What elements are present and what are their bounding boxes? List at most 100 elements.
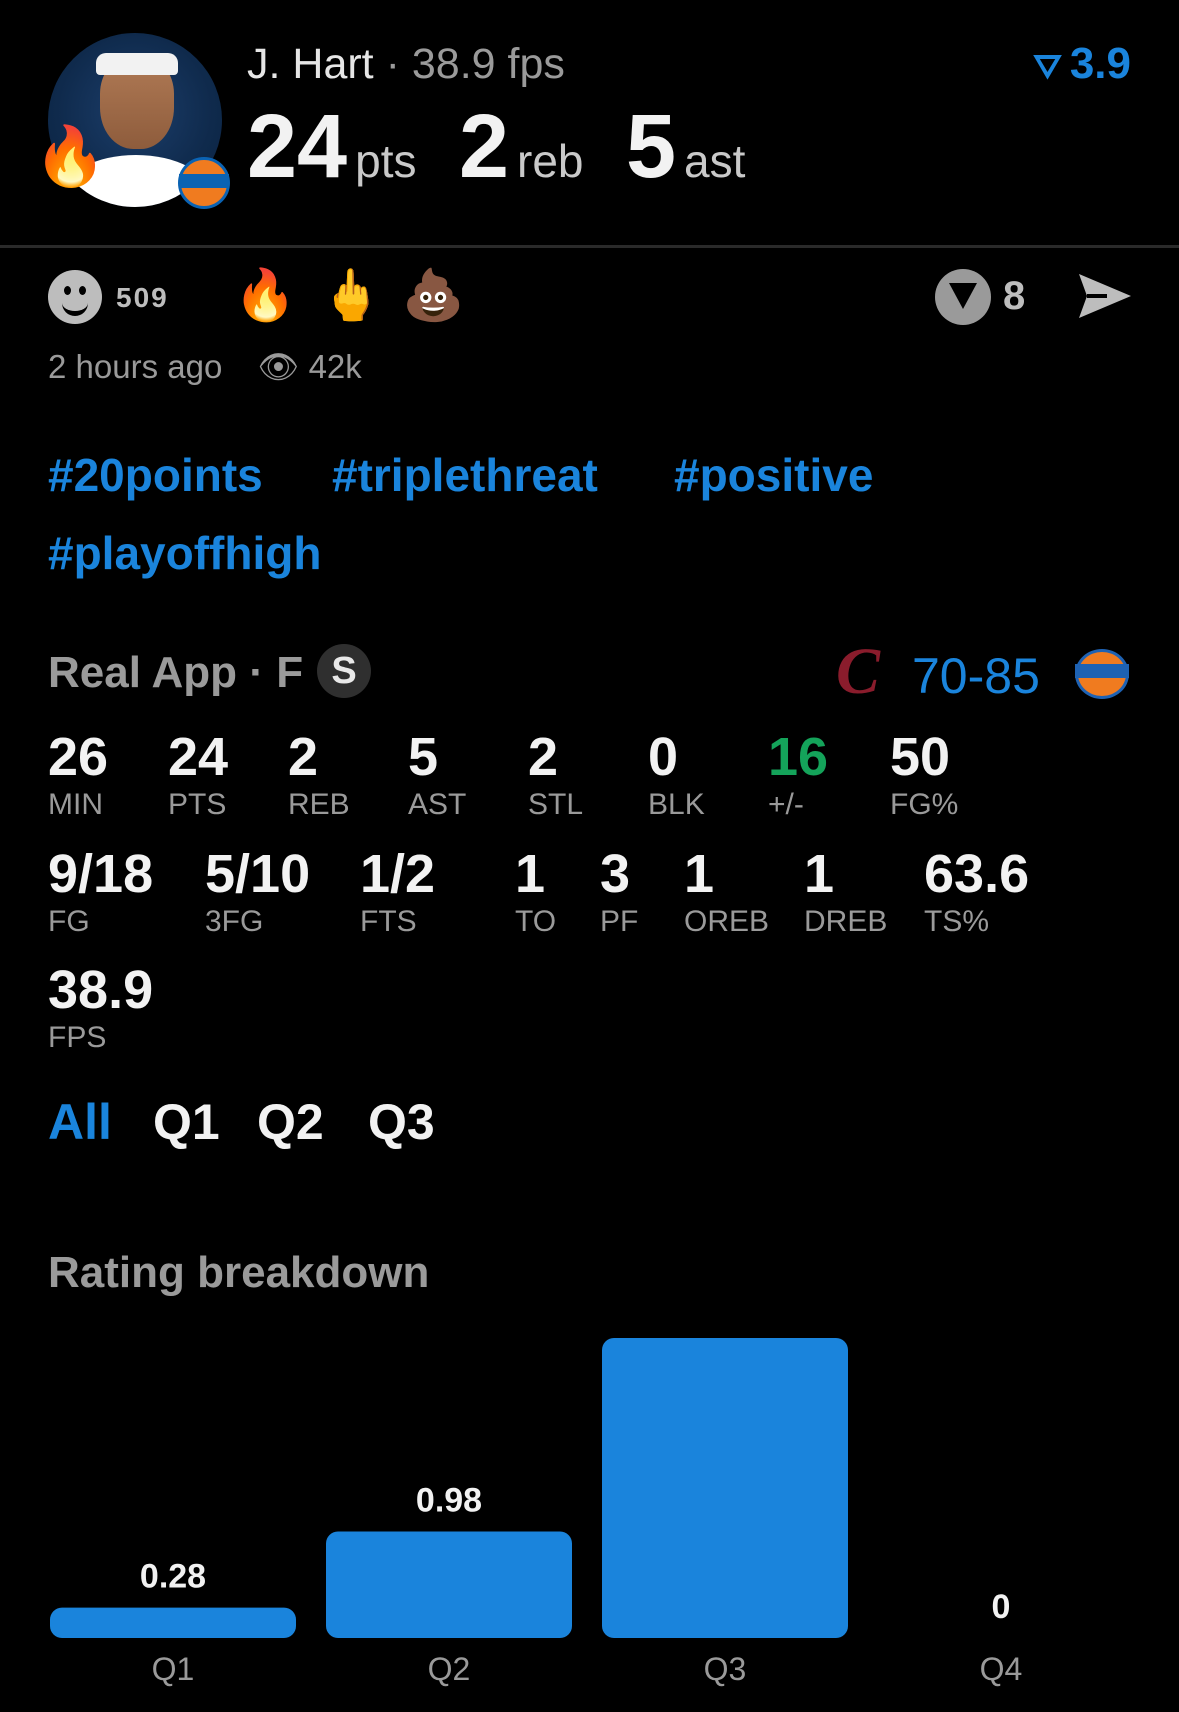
stat-value: 3 [600,844,631,904]
stat-label: 3FG [205,905,264,938]
stat-stl: 2 STL [528,730,583,822]
headline-stats: 24 pts 2 reb 5 ast [247,102,783,192]
stat-value: 1 [515,844,546,904]
stat-value: 63.6 [924,844,1030,904]
tab-q1[interactable]: Q1 [153,1093,220,1151]
poop-reaction-icon[interactable]: 💩 [402,270,464,320]
stat-label: PF [600,905,639,938]
send-icon[interactable] [1077,272,1133,320]
stat-ast: 5 AST [408,730,466,822]
bar-q2[interactable] [326,1531,572,1638]
x-tick-label: Q2 [428,1651,471,1687]
rating-value: 3.9 [1069,39,1131,88]
stat-value: 24 [168,727,229,787]
stat-value: 5/10 [205,844,311,904]
stat-label: MIN [48,788,103,821]
knicks-team-logo-icon [178,157,230,209]
stat-value: 26 [48,727,109,787]
stat-label: OREB [684,905,770,938]
stat-value: 1/2 [360,844,436,904]
stat-pf: 3 PF [600,847,638,939]
stat-: 16 +/- [768,730,828,822]
stat-label: FPS [48,1021,107,1054]
player-name[interactable]: J. Hart [247,40,374,88]
view-count-value: 42k [308,348,362,385]
bar-value-label: 0.28 [140,1558,206,1596]
rating-breakdown-chart: 0.28 Q1 0.98 Q2 2.76 Q3 0 Q4 [50,1320,1022,1687]
stat-fts: 1/2 FTS [360,847,435,939]
stat-label: TS% [924,905,990,938]
stat-label: BLK [648,788,705,821]
tab-q3[interactable]: Q3 [368,1093,435,1151]
hashtag-link[interactable]: #20points [48,448,263,502]
view-count: 👁 42k [257,348,361,385]
hot-fire-icon: 🔥 [34,124,107,189]
bar-value-label: 0 [992,1588,1011,1626]
stat-label: TO [515,905,557,938]
stat-value: 16 [768,727,829,787]
finger-reaction-icon[interactable]: 🖕 [320,270,382,320]
post-time: 2 hours ago [48,348,223,385]
pts-label: pts [355,135,417,187]
stat-reb: 2 REB [288,730,350,822]
name-separator: · [385,40,400,88]
stat-label: FTS [360,905,417,938]
stat-fg: 50 FG% [890,730,958,822]
game-score[interactable]: 70-85 [912,647,1040,705]
shield-icon[interactable] [935,269,991,325]
player-name-line: J. Hart · 38.9 fps [247,38,565,90]
bar-value-label: 0.98 [416,1481,482,1519]
pts-value: 24 [247,97,348,197]
stat-value: 1 [804,844,835,904]
stat-fps: 38.9 FPS [48,963,153,1055]
reb-value: 2 [458,97,509,197]
source-name: Real App [48,648,238,697]
x-tick-label: Q3 [704,1651,747,1687]
game-status: F [276,648,304,697]
stat-pts: 24 PTS [168,730,228,822]
stat-label: FG [48,905,90,938]
stat-label: STL [528,788,584,821]
stat-label: AST [408,788,467,821]
stat-value: 1 [684,844,715,904]
reaction-count: 509 [116,282,169,313]
add-reaction-smiley-icon[interactable] [48,270,102,324]
player-fps: 38.9 fps [411,40,565,88]
game-source-line: Real App · FS [48,644,372,699]
rating-triangle-icon: ⛛ [1033,48,1062,86]
bar-q1[interactable] [50,1607,296,1638]
shield-count: 8 [1003,274,1026,318]
cavaliers-team-logo-icon: C [836,635,881,708]
stat-3fg: 5/10 3FG [205,847,310,939]
stat-label: FG% [890,788,959,821]
ast-value: 5 [625,97,676,197]
stat-label: REB [288,788,350,821]
stat-value: 9/18 [48,844,154,904]
post-meta: 2 hours ago 👁 42k [48,348,362,387]
stat-ts: 63.6 TS% [924,847,1029,939]
stat-label: +/- [768,788,804,821]
stat-dreb: 1 DREB [804,847,887,939]
bar-value-label: 2.76 [692,1320,758,1326]
stat-min: 26 MIN [48,730,108,822]
stat-value: 0 [648,727,679,787]
ast-label: ast [684,135,746,187]
stat-value: 50 [890,727,951,787]
stat-oreb: 1 OREB [684,847,769,939]
s-badge[interactable]: S [317,644,372,699]
knicks-team-logo-icon [1075,649,1129,699]
hashtag-link[interactable]: #positive [674,448,873,502]
x-tick-label: Q1 [152,1651,195,1687]
rating-badge[interactable]: ⛛ 3.9 [1033,38,1131,93]
hashtag-link[interactable]: #triplethreat [332,448,598,502]
stat-value: 38.9 [48,960,154,1020]
tab-q2[interactable]: Q2 [257,1093,324,1151]
stat-label: PTS [168,788,227,821]
fire-reaction-icon[interactable]: 🔥 [234,270,296,320]
stat-label: DREB [804,905,888,938]
stat-value: 5 [408,727,439,787]
tab-all[interactable]: All [48,1093,112,1151]
bar-q3[interactable] [602,1338,848,1638]
game-separator: · [249,648,264,697]
hashtag-link[interactable]: #playoffhigh [48,526,321,580]
